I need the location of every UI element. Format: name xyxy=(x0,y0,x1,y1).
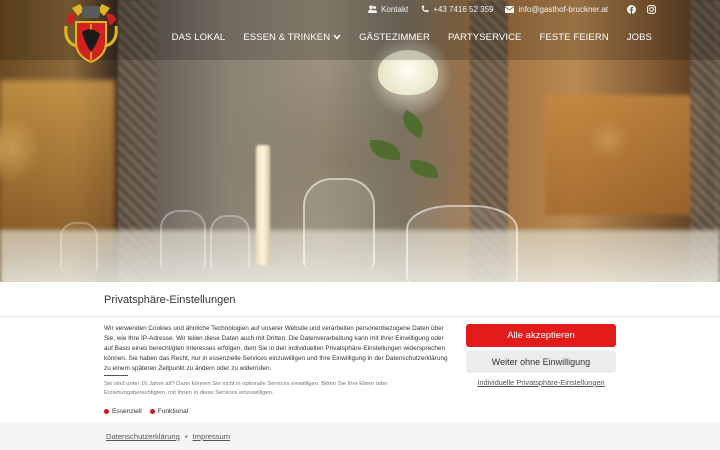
coat-of-arms-logo[interactable] xyxy=(62,2,120,64)
individual-settings-link[interactable]: Individuelle Privatsphäre-Einstellungen xyxy=(466,378,616,387)
divider xyxy=(104,375,128,376)
consent-title: Privatsphäre-Einstellungen xyxy=(104,294,236,306)
topbar: Kontakt +43 7416 52 359 info@gasthof-bru… xyxy=(368,4,656,14)
separator: • xyxy=(184,432,188,441)
nav-item-jobs[interactable]: JOBS xyxy=(627,32,652,43)
phone-number: +43 7416 52 359 xyxy=(433,4,494,14)
category-funktional[interactable]: Funktional xyxy=(149,408,189,415)
email-address: info@gasthof-bruckner.at xyxy=(518,4,608,14)
instagram-icon[interactable] xyxy=(646,4,656,14)
social-links xyxy=(626,4,656,14)
consent-description: Wir verwenden Cookies und ähnliche Techn… xyxy=(104,325,448,372)
nav-label: PARTYSERVICE xyxy=(447,32,522,43)
category-essenziell[interactable]: Essenziell xyxy=(104,408,142,415)
continue-without-consent-button[interactable]: Weiter ohne Einwilligung xyxy=(466,351,616,373)
nav-label: JOBS xyxy=(626,32,652,43)
nav-label: FESTE FEIERN xyxy=(539,32,609,43)
site-header: Kontakt +43 7416 52 359 info@gasthof-bru… xyxy=(0,0,720,64)
nav-label: ESSEN & TRINKEN xyxy=(243,32,331,43)
imprint-link[interactable]: Impressum xyxy=(193,432,231,441)
phone-icon xyxy=(420,5,429,14)
email-link[interactable]: info@gasthof-bruckner.at xyxy=(505,5,608,14)
category-label: Funktional xyxy=(157,408,189,415)
nav-label: DAS LOKAL xyxy=(171,32,226,43)
category-label: Essenziell xyxy=(112,408,142,415)
nav-item-gaestezimmer[interactable]: GÄSTEZIMMER xyxy=(359,32,430,43)
nav-item-das-lokal[interactable]: DAS LOKAL xyxy=(172,32,226,43)
nav-item-partyservice[interactable]: PARTYSERVICE xyxy=(448,32,522,43)
chevron-down-icon xyxy=(333,32,341,43)
privacy-policy-link[interactable]: Datenschutzerklärung xyxy=(106,432,180,441)
contact-link[interactable]: Kontakt xyxy=(368,5,408,14)
consent-footer: Datenschutzerklärung • Impressum xyxy=(0,423,720,450)
contact-label: Kontakt xyxy=(381,4,409,14)
users-icon xyxy=(368,5,378,14)
age-notice: Sie sind unter 16 Jahre alt? Dann können… xyxy=(104,381,388,397)
phone-link[interactable]: +43 7416 52 359 xyxy=(420,5,493,14)
privacy-consent-banner: Privatsphäre-Einstellungen Wir verwenden… xyxy=(0,282,720,450)
main-nav: DAS LOKAL ESSEN & TRINKEN GÄSTEZIMMER PA… xyxy=(172,32,652,43)
divider xyxy=(0,316,720,317)
envelope-icon xyxy=(505,5,515,14)
service-categories: Essenziell Funktional xyxy=(104,408,188,415)
nav-item-feste-feiern[interactable]: FESTE FEIERN xyxy=(539,32,608,43)
facebook-icon[interactable] xyxy=(626,4,636,14)
category-dot xyxy=(104,409,109,414)
nav-item-essen-trinken[interactable]: ESSEN & TRINKEN xyxy=(243,32,341,43)
category-dot xyxy=(149,409,155,414)
nav-label: GÄSTEZIMMER xyxy=(359,32,430,43)
accept-all-button[interactable]: Alle akzeptieren xyxy=(466,324,616,347)
